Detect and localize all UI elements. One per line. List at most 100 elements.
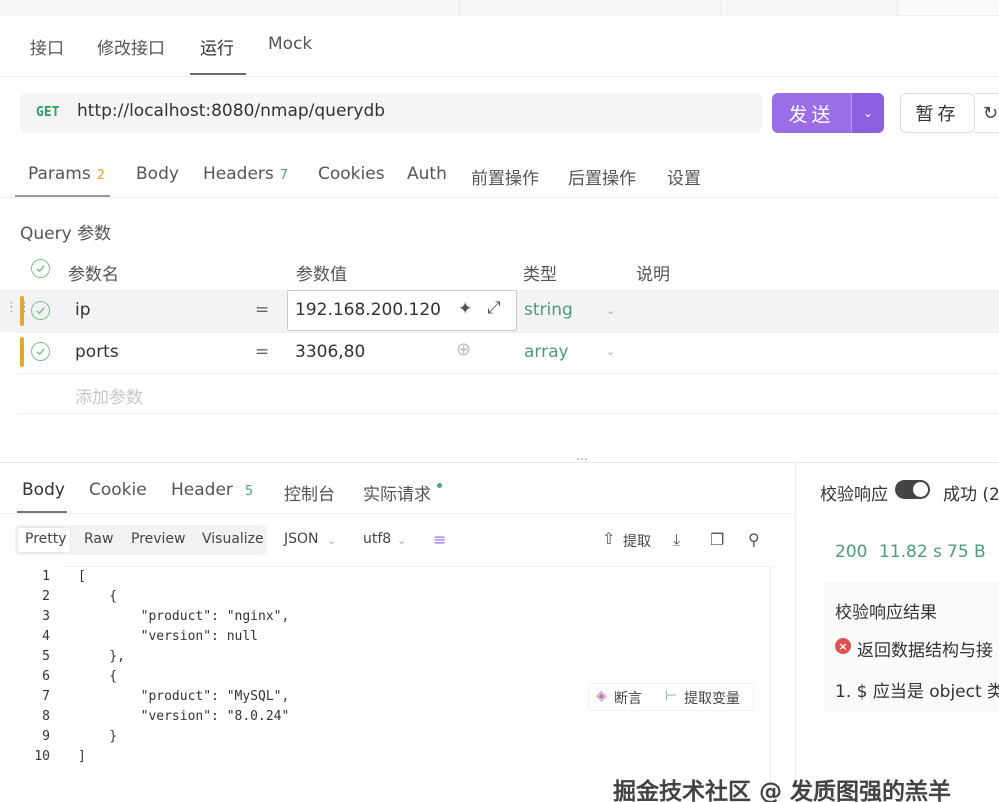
param-type-select[interactable]: array [524, 342, 569, 362]
param-value-input[interactable]: 192.168.200.120 [295, 300, 441, 320]
code-line[interactable]: { [78, 669, 117, 684]
tab-body[interactable]: Body [136, 164, 179, 184]
row-checkbox[interactable] [31, 342, 50, 361]
tab-response-body[interactable]: Body [22, 480, 65, 500]
tab-response-header[interactable]: Header 5 [171, 480, 253, 500]
top-tab-3[interactable] [726, 0, 898, 16]
param-type-select[interactable]: string [524, 300, 573, 320]
view-visualize[interactable]: Visualize [202, 531, 264, 547]
code-line[interactable]: [ [78, 569, 86, 584]
add-circle-icon[interactable]: ⊕ [456, 339, 471, 360]
code-line[interactable]: "version": "8.0.24" [78, 709, 290, 724]
assert-button[interactable]: 断言 [614, 688, 642, 708]
top-tab-2[interactable] [460, 0, 722, 16]
error-icon: × [835, 638, 851, 654]
line-number: 3 [42, 609, 50, 624]
wrap-lines-icon[interactable]: ≡ [433, 530, 446, 549]
drag-handle-icon[interactable]: ⋮⋮ [5, 301, 31, 314]
row-indicator [20, 337, 24, 367]
tab-run[interactable]: 运行 [200, 34, 234, 59]
code-line[interactable]: }, [78, 649, 125, 664]
magic-wand-icon[interactable]: ✦ [458, 299, 472, 319]
tab-label: Headers [203, 164, 274, 184]
extract-button[interactable]: 提取 [623, 531, 651, 551]
refresh-button[interactable]: ↻ [975, 93, 999, 133]
success-select[interactable]: 成功 (2 [943, 480, 999, 505]
code-line[interactable]: { [78, 589, 117, 604]
panel-splitter[interactable] [0, 462, 999, 463]
tab-response-cookie[interactable]: Cookie [89, 480, 147, 500]
copy-icon[interactable]: ❐ [710, 530, 724, 549]
divider [0, 76, 999, 77]
tab-count-badge: 2 [96, 168, 106, 183]
column-header-value: 参数值 [296, 265, 347, 285]
resize-handle-icon[interactable]: ⋯ [576, 452, 589, 466]
chevron-down-icon[interactable]: ⌄ [327, 534, 336, 547]
tab-console[interactable]: 控制台 [284, 480, 335, 505]
refresh-icon: ↻ [983, 102, 999, 124]
validation-error-text: 返回数据结构与接 [857, 641, 993, 661]
search-icon[interactable]: ⚲ [748, 530, 760, 549]
param-name-input[interactable]: ip [75, 300, 91, 320]
divider [18, 373, 999, 374]
tab-actual-request[interactable]: 实际请求 [363, 480, 442, 505]
panel-divider[interactable] [795, 463, 796, 802]
url-input[interactable]: http://localhost:8080/nmap/querydb [77, 101, 385, 121]
divider [0, 513, 795, 514]
add-param-input[interactable]: 添加参数 [75, 383, 143, 408]
format-select[interactable]: JSON [284, 531, 319, 547]
row-checkbox[interactable] [31, 301, 50, 320]
column-header-name: 参数名 [68, 265, 119, 285]
param-name-input[interactable]: ports [75, 342, 119, 362]
view-preview[interactable]: Preview [131, 531, 186, 547]
select-all-checkbox[interactable] [31, 259, 50, 278]
tab-params[interactable]: Params 2 [28, 164, 105, 184]
expand-icon[interactable]: ⤢ [487, 298, 501, 318]
code-line[interactable]: ] [78, 749, 86, 764]
tab-edit-interface[interactable]: 修改接口 [97, 34, 165, 59]
column-header-type: 类型 [523, 265, 557, 285]
chevron-down-icon[interactable]: ⌄ [606, 304, 615, 317]
divider [18, 413, 999, 414]
tab-label: Params [28, 164, 91, 184]
send-dropdown-button[interactable]: ⌄ [851, 93, 884, 133]
code-line[interactable]: "version": null [78, 629, 258, 644]
chevron-down-icon[interactable]: ⌄ [606, 345, 615, 358]
response-time: 11.82 s [879, 542, 942, 562]
validate-response-label: 校验响应 [820, 485, 888, 505]
tab-count-badge: 5 [244, 484, 254, 499]
view-raw[interactable]: Raw [84, 531, 113, 547]
tab-auth[interactable]: Auth [407, 164, 447, 184]
param-value-input[interactable]: 3306,80 [295, 342, 365, 362]
tab-pre-processors[interactable]: 前置操作 [471, 164, 539, 189]
http-method-select[interactable]: GET [36, 105, 59, 120]
status-code: 200 [835, 542, 868, 562]
tab-mock[interactable]: Mock [268, 34, 312, 54]
code-line[interactable]: "product": "MySQL", [78, 689, 290, 704]
line-number: 10 [34, 749, 50, 764]
top-tab-1[interactable] [0, 0, 460, 16]
save-draft-button[interactable]: 暂存 [900, 93, 975, 133]
tab-cookies[interactable]: Cookies [318, 164, 385, 184]
extract-var-icon: ⊢ [665, 688, 678, 704]
encoding-select[interactable]: utf8 [363, 531, 391, 547]
editor-scrollbar[interactable] [770, 566, 771, 802]
tab-settings[interactable]: 设置 [667, 164, 701, 189]
code-line[interactable]: "product": "nginx", [78, 609, 290, 624]
send-button[interactable]: 发送 [772, 93, 851, 133]
code-line[interactable]: } [78, 729, 117, 744]
extract-icon[interactable]: ⇧ [602, 529, 615, 548]
extract-variable-button[interactable]: 提取变量 [684, 688, 740, 708]
window-top-strip [0, 0, 999, 16]
check-icon [36, 265, 45, 273]
download-icon[interactable]: ⤓ [673, 530, 680, 550]
watermark: 掘金技术社区 @ 发质图强的羔羊 [613, 779, 952, 802]
tab-post-processors[interactable]: 后置操作 [568, 164, 636, 189]
tab-interface[interactable]: 接口 [30, 34, 64, 59]
view-pretty[interactable]: Pretty [25, 531, 67, 547]
tab-headers[interactable]: Headers 7 [203, 164, 288, 184]
equals-sign: = [255, 342, 270, 362]
chevron-down-icon[interactable]: ⌄ [397, 534, 406, 547]
line-number: 7 [42, 689, 50, 704]
validate-response-toggle[interactable] [895, 480, 930, 499]
